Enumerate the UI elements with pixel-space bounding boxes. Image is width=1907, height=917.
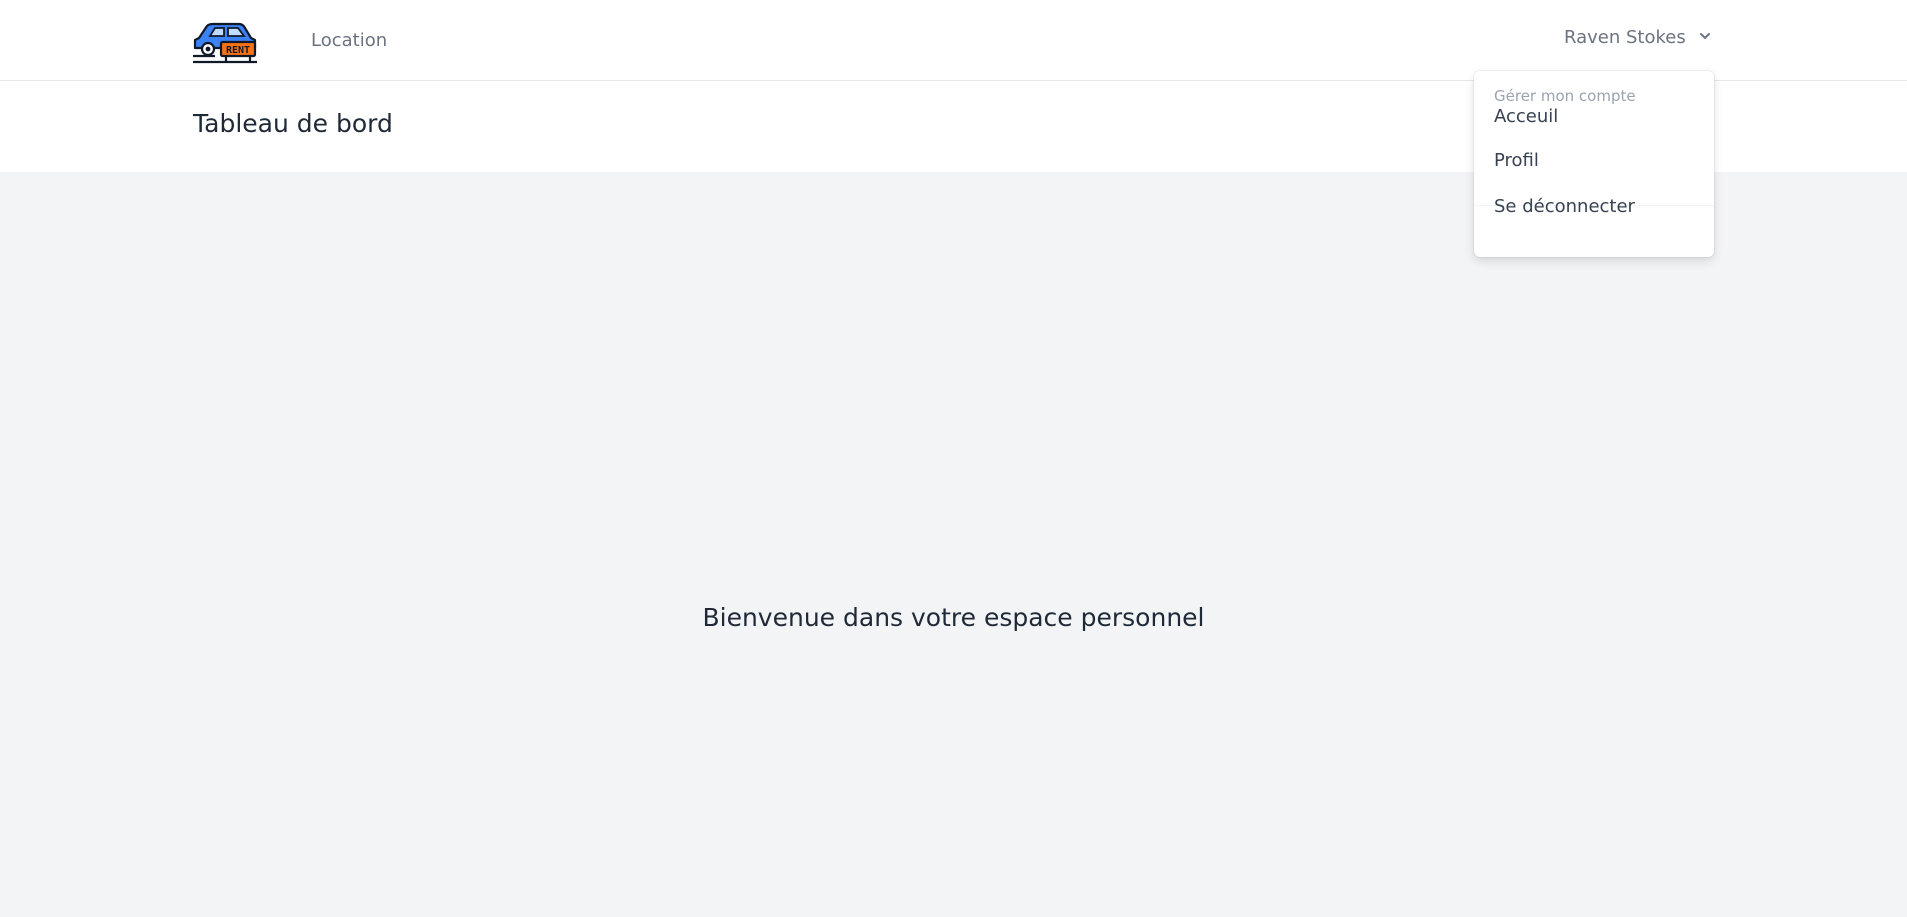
dropdown-item-logout[interactable]: Se déconnecter	[1474, 185, 1714, 229]
user-name: Raven Stokes	[1564, 27, 1686, 48]
page-title: Tableau de bord	[193, 109, 393, 138]
welcome-message: Bienvenue dans votre espace personnel	[702, 603, 1205, 632]
user-dropdown-menu: Gérer mon compte Acceuil Profil Se décon…	[1474, 71, 1714, 257]
top-navbar: RENT Location Raven Stokes	[0, 0, 1907, 81]
user-menu-trigger[interactable]: Raven Stokes	[1564, 27, 1712, 48]
chevron-down-icon	[1698, 27, 1712, 48]
logo-car-rent-icon[interactable]: RENT	[193, 14, 257, 64]
dropdown-item-profil[interactable]: Profil	[1474, 139, 1714, 183]
logo-rent-text: RENT	[226, 45, 250, 56]
nav-link-location[interactable]: Location	[311, 30, 387, 51]
dropdown-item-acceuil[interactable]: Acceuil	[1474, 95, 1714, 139]
